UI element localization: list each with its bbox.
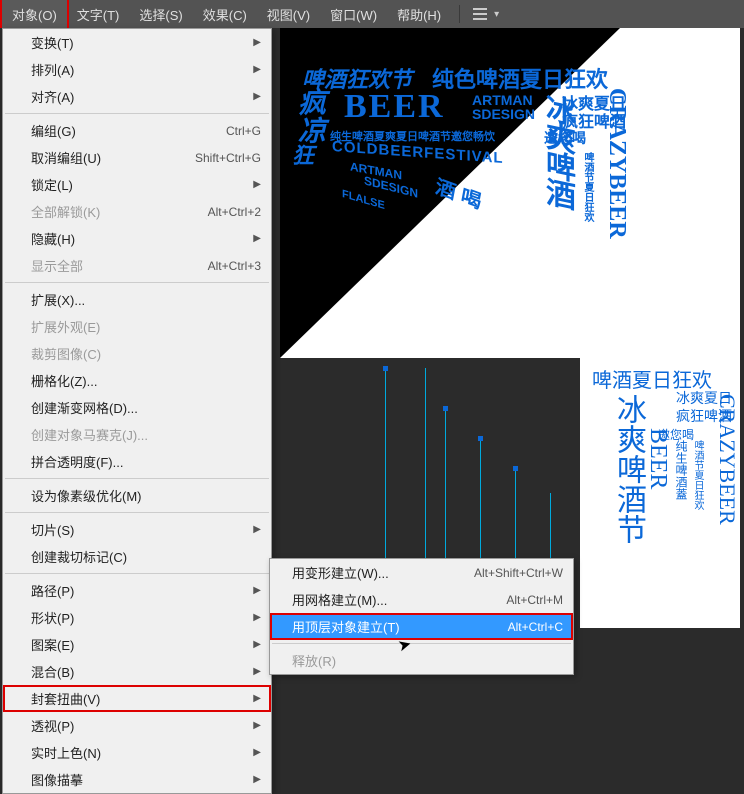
- submenu-arrow-icon: ▶: [253, 693, 261, 704]
- menu-flatten-transparency[interactable]: 拼合透明度(F)...: [3, 448, 271, 475]
- menu-shape[interactable]: 形状(P)▶: [3, 604, 271, 631]
- submenu-arrow-icon: ▶: [253, 639, 261, 650]
- submenu-make-with-warp[interactable]: 用变形建立(W)...Alt+Shift+Ctrl+W: [270, 559, 573, 586]
- menu-separator: [5, 113, 269, 114]
- menu-envelope-distort[interactable]: 封套扭曲(V)▶: [3, 685, 271, 712]
- design-text-cluster: 啤酒狂欢节 纯色啤酒夏日狂欢 疯凉 狂 BEER ARTMAN SDESIGN …: [280, 28, 740, 358]
- menu-hide[interactable]: 隐藏(H)▶: [3, 225, 271, 252]
- menu-pattern[interactable]: 图案(E)▶: [3, 631, 271, 658]
- menu-rasterize[interactable]: 栅格化(Z)...: [3, 367, 271, 394]
- anchor-point[interactable]: [383, 366, 388, 371]
- menu-view[interactable]: 视图(V): [257, 0, 320, 29]
- anchor-point[interactable]: [478, 436, 483, 441]
- menu-lock[interactable]: 锁定(L)▶: [3, 171, 271, 198]
- submenu-arrow-icon: ▶: [253, 747, 261, 758]
- submenu-arrow-icon: ▶: [253, 64, 261, 75]
- menu-expand[interactable]: 扩展(X)...: [3, 286, 271, 313]
- submenu-arrow-icon: ▶: [253, 585, 261, 596]
- menu-separator: [5, 573, 269, 574]
- menu-blend[interactable]: 混合(B)▶: [3, 658, 271, 685]
- menu-gradient-mesh[interactable]: 创建渐变网格(D)...: [3, 394, 271, 421]
- menu-window[interactable]: 窗口(W): [320, 0, 387, 29]
- submenu-make-with-mesh[interactable]: 用网格建立(M)...Alt+Ctrl+M: [270, 586, 573, 613]
- artboard-main: 啤酒狂欢节 纯色啤酒夏日狂欢 疯凉 狂 BEER ARTMAN SDESIGN …: [280, 28, 740, 358]
- menu-show-all: 显示全部Alt+Ctrl+3: [3, 252, 271, 279]
- submenu-make-with-top-object[interactable]: 用顶层对象建立(T)Alt+Ctrl+C: [270, 613, 573, 640]
- submenu-arrow-icon: ▶: [253, 612, 261, 623]
- menu-help[interactable]: 帮助(H): [387, 0, 451, 29]
- chevron-down-icon: ▾: [494, 9, 499, 20]
- submenu-arrow-icon: ▶: [253, 774, 261, 785]
- menu-expand-appearance: 扩展外观(E): [3, 313, 271, 340]
- menu-effect[interactable]: 效果(C): [193, 0, 257, 29]
- menu-object[interactable]: 对象(O): [2, 0, 67, 29]
- artboard-side: 啤酒夏日狂欢 冰爽夏日 疯狂啤酒 邀您喝 冰爽啤酒节 BEER CRAZYBEE…: [580, 358, 740, 628]
- menu-crop-image: 裁剪图像(C): [3, 340, 271, 367]
- submenu-arrow-icon: ▶: [253, 91, 261, 102]
- submenu-arrow-icon: ▶: [253, 666, 261, 677]
- submenu-arrow-icon: ▶: [253, 179, 261, 190]
- submenu-arrow-icon: ▶: [253, 233, 261, 244]
- menu-unlock-all: 全部解锁(K)Alt+Ctrl+2: [3, 198, 271, 225]
- menu-ungroup[interactable]: 取消编组(U)Shift+Ctrl+G: [3, 144, 271, 171]
- menu-perspective[interactable]: 透视(P)▶: [3, 712, 271, 739]
- menubar: 对象(O) 文字(T) 选择(S) 效果(C) 视图(V) 窗口(W) 帮助(H…: [0, 0, 744, 28]
- menubar-divider: [459, 5, 460, 23]
- menu-pixel-perfect[interactable]: 设为像素级优化(M): [3, 482, 271, 509]
- menu-object-mosaic: 创建对象马赛克(J)...: [3, 421, 271, 448]
- menu-arrange[interactable]: 排列(A)▶: [3, 56, 271, 83]
- anchor-point[interactable]: [443, 406, 448, 411]
- hamburger-icon[interactable]: [468, 3, 492, 25]
- submenu-arrow-icon: ▶: [253, 37, 261, 48]
- menu-slice[interactable]: 切片(S)▶: [3, 516, 271, 543]
- menu-transform[interactable]: 变换(T)▶: [3, 29, 271, 56]
- menu-align[interactable]: 对齐(A)▶: [3, 83, 271, 110]
- menu-live-paint[interactable]: 实时上色(N)▶: [3, 739, 271, 766]
- menu-type[interactable]: 文字(T): [67, 0, 130, 29]
- menu-group[interactable]: 编组(G)Ctrl+G: [3, 117, 271, 144]
- menu-separator: [5, 512, 269, 513]
- menu-separator: [272, 643, 571, 644]
- menu-path[interactable]: 路径(P)▶: [3, 577, 271, 604]
- menu-trim-marks[interactable]: 创建裁切标记(C): [3, 543, 271, 570]
- menu-image-trace[interactable]: 图像描摹▶: [3, 766, 271, 793]
- menu-separator: [5, 282, 269, 283]
- menu-separator: [5, 478, 269, 479]
- submenu-arrow-icon: ▶: [253, 720, 261, 731]
- menu-select[interactable]: 选择(S): [129, 0, 192, 29]
- envelope-submenu: 用变形建立(W)...Alt+Shift+Ctrl+W 用网格建立(M)...A…: [269, 558, 574, 675]
- object-menu-dropdown: 变换(T)▶ 排列(A)▶ 对齐(A)▶ 编组(G)Ctrl+G 取消编组(U)…: [2, 28, 272, 794]
- submenu-arrow-icon: ▶: [253, 524, 261, 535]
- anchor-point[interactable]: [513, 466, 518, 471]
